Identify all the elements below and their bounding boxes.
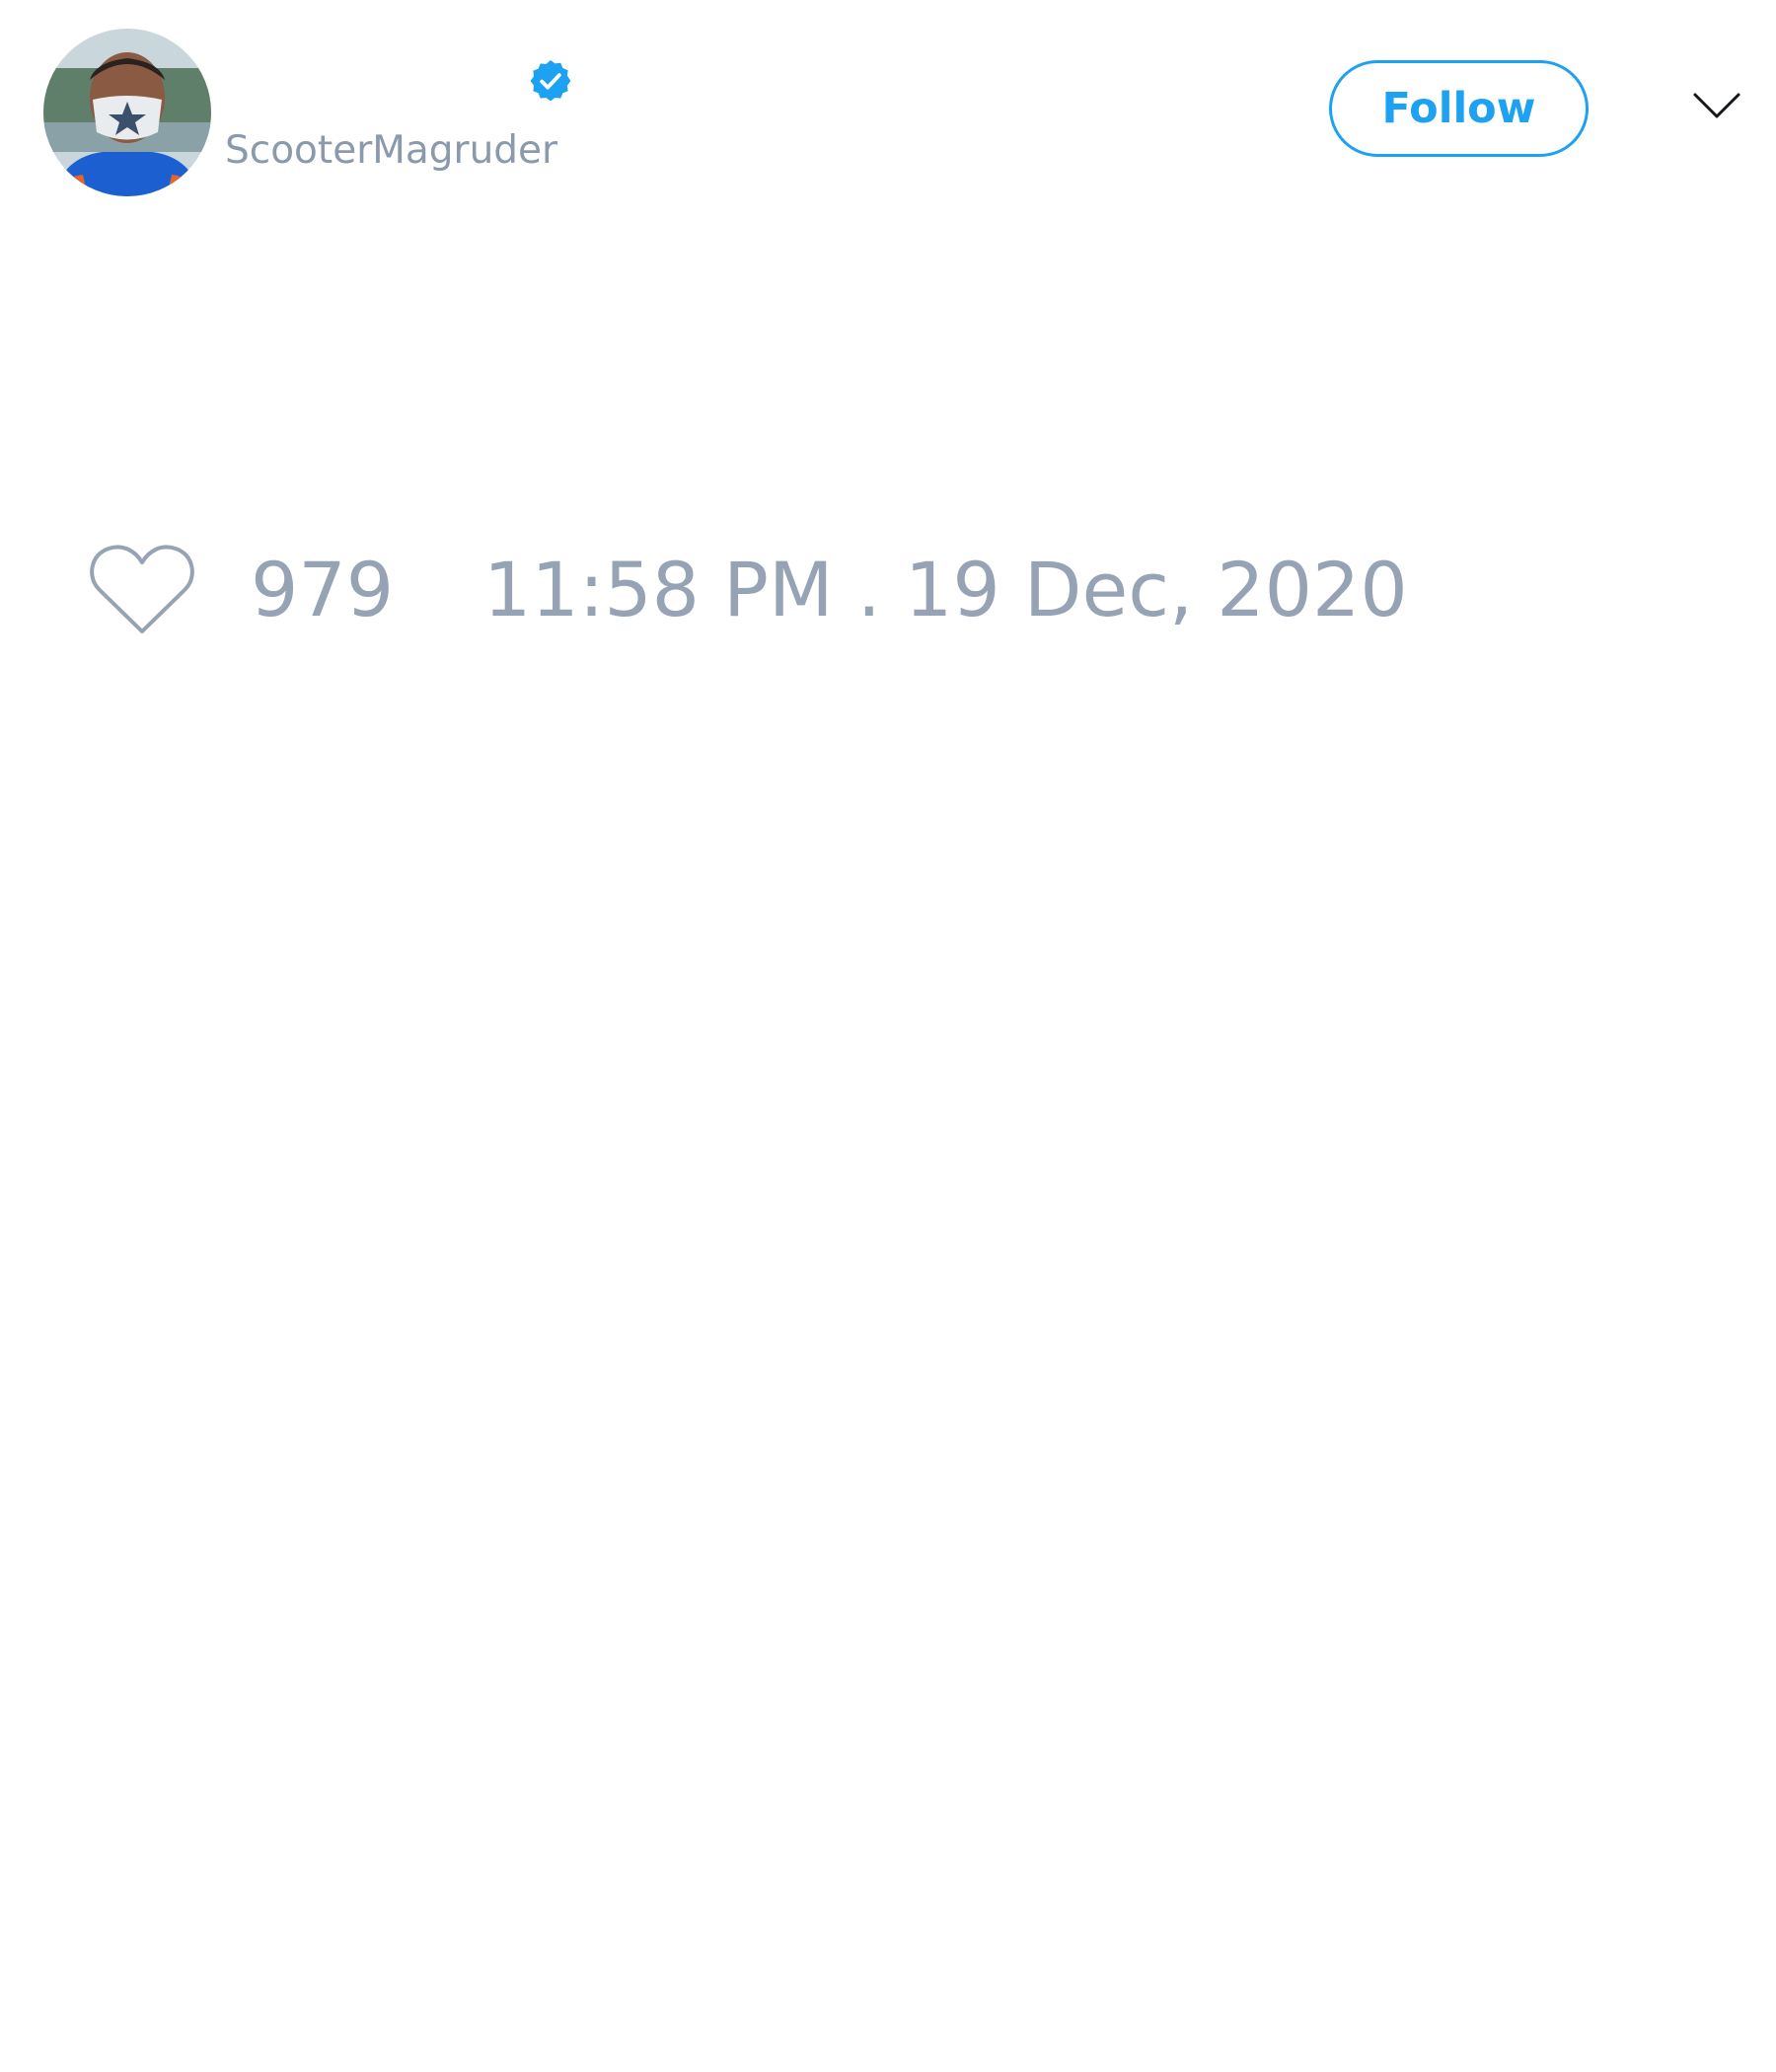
like-count: 979	[251, 546, 395, 633]
follow-button[interactable]: Follow	[1329, 60, 1589, 157]
chevron-down-icon[interactable]	[1692, 91, 1741, 120]
avatar-photo	[43, 29, 211, 196]
verified-badge-icon	[527, 57, 574, 105]
heart-outline-icon[interactable]	[89, 543, 195, 635]
author-handle[interactable]: ScooterMagruder	[225, 126, 557, 176]
author-avatar[interactable]	[43, 29, 211, 196]
tweet-timestamp[interactable]: 11:58 PM . 19 Dec, 2020	[483, 546, 1408, 634]
